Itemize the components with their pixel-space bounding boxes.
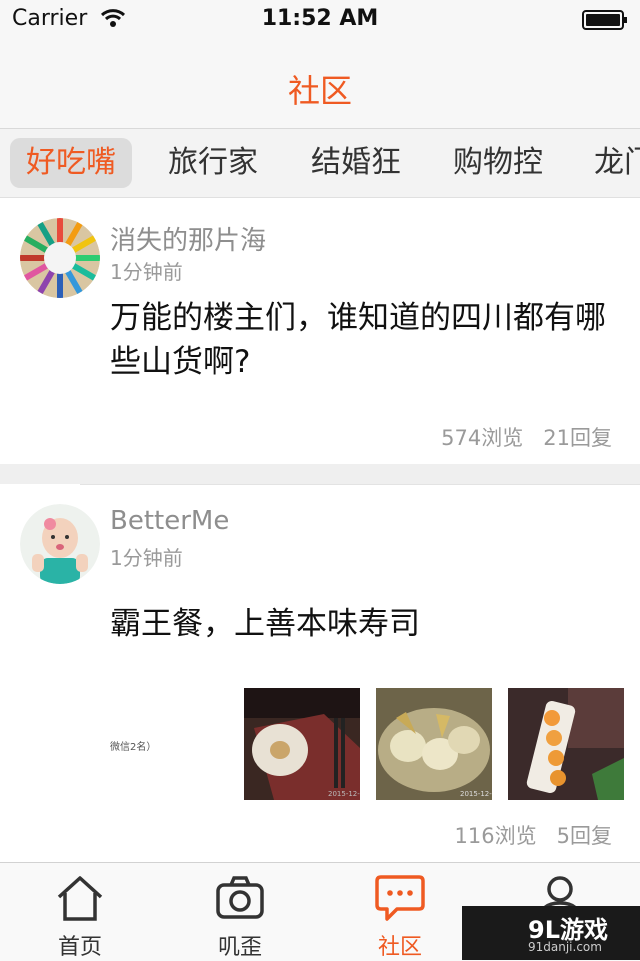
replies-count: 21回复: [543, 426, 612, 450]
post-stats: 574浏览 21回复: [421, 422, 612, 452]
tab-label: 龙门: [594, 145, 640, 180]
status-bar: Carrier 11:52 AM: [0, 0, 640, 40]
photo-date: 2015-12-2: [328, 790, 360, 798]
camera-icon: [216, 876, 264, 919]
post-stats: 116浏览 5回复: [435, 820, 612, 850]
tab-longmen[interactable]: 龙门: [594, 138, 640, 188]
views-count: 116浏览: [454, 824, 537, 848]
tab-label: 结婚狂: [311, 145, 401, 180]
home-icon: [57, 876, 103, 921]
nav-bar: 社区: [0, 40, 640, 129]
tabbar-home[interactable]: 首页: [0, 863, 160, 961]
food-photo: 2015-12-2: [244, 688, 360, 800]
photo-date: 2015-12-2: [460, 790, 492, 798]
avatar[interactable]: [20, 218, 100, 298]
chat-bubble-icon: [375, 875, 425, 921]
tabbar-label: 首页: [57, 935, 102, 960]
food-photo: [508, 688, 624, 800]
watermark-url: 91danji.com: [528, 940, 602, 954]
food-photo: 2015-12-2: [376, 688, 492, 800]
tab-label: 旅行家: [168, 145, 258, 180]
status-time: 11:52 AM: [261, 6, 379, 31]
post-image[interactable]: 2015-12-2: [376, 688, 492, 800]
divider: [80, 484, 640, 485]
image-caption: 微信2名）: [110, 742, 157, 753]
watermark: 9L游戏 91danji.com: [462, 906, 640, 960]
post-card[interactable]: 消失的那片海 1分钟前 万能的楼主们，谁知道的四川都有哪些山货啊? 574浏览 2…: [0, 198, 640, 462]
post-content[interactable]: 霸王餐，上善本味寿司: [110, 602, 630, 646]
tabbar-jiwai[interactable]: 叽歪: [160, 863, 320, 961]
post-username[interactable]: BetterMe: [110, 506, 229, 536]
replies-count: 5回复: [556, 824, 612, 848]
tabbar-label: 叽歪: [217, 935, 262, 960]
post-content[interactable]: 万能的楼主们，谁知道的四川都有哪些山货啊?: [110, 296, 630, 384]
avatar-image: [20, 218, 100, 298]
category-tabs: 好吃嘴 旅行家 结婚狂 购物控 龙门: [0, 129, 640, 198]
views-count: 574浏览: [441, 426, 524, 450]
tab-label: 购物控: [453, 145, 543, 180]
avatar[interactable]: [20, 504, 100, 584]
tabbar-label: 社区: [377, 935, 422, 960]
tab-haochizui[interactable]: 好吃嘴: [10, 138, 132, 188]
tabbar-community[interactable]: 社区: [320, 863, 480, 961]
page-title: 社区: [287, 72, 352, 110]
tab-label: 好吃嘴: [26, 145, 116, 180]
tab-gouwukong[interactable]: 购物控: [453, 138, 543, 188]
battery-icon: [582, 10, 627, 30]
tab-jiehunkuang[interactable]: 结婚狂: [311, 138, 401, 188]
post-time: 1分钟前: [110, 546, 183, 570]
post-card[interactable]: BetterMe 1分钟前 霸王餐，上善本味寿司 微信2名） 2015-12- 2…: [0, 484, 640, 860]
avatar-image: [20, 504, 100, 584]
post-time: 1分钟前: [110, 260, 183, 284]
post-username[interactable]: 消失的那片海: [110, 220, 266, 257]
tab-lvxingjia[interactable]: 旅行家: [168, 138, 258, 188]
post-image[interactable]: [508, 688, 624, 800]
post-image[interactable]: 微信2名）: [110, 688, 226, 800]
post-image[interactable]: 2015-12-2: [244, 688, 360, 800]
section-separator: [0, 464, 640, 484]
